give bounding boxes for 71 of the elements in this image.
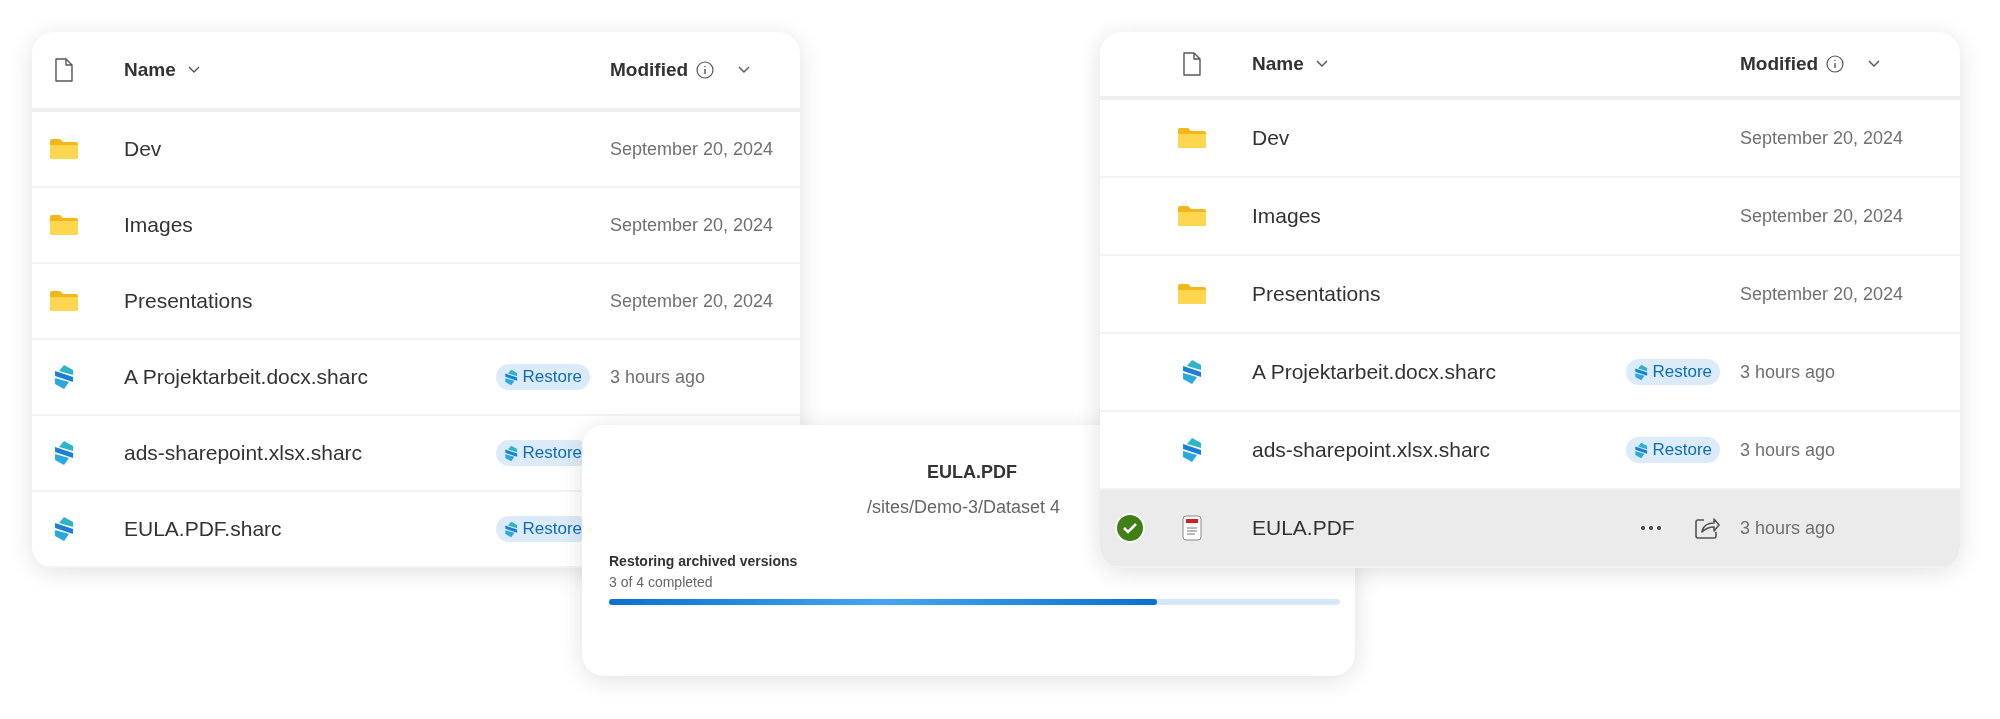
folder-icon [1177, 205, 1207, 227]
modified-date: 3 hours ago [610, 366, 706, 387]
file-name: Dev [1252, 125, 1291, 152]
restore-button[interactable]: Restore [496, 364, 590, 390]
file-row[interactable]: Presentations September 20, 2024 [32, 264, 800, 340]
file-name: Presentations [1252, 281, 1382, 308]
modified-date: 3 hours ago [1740, 439, 1836, 460]
file-name: Dev [124, 136, 163, 163]
folder-icon [49, 290, 79, 312]
file-row[interactable]: A Projektarbeit.docx.sharc Restore 3 hours ago [1100, 334, 1960, 412]
chevron-down-icon[interactable] [1868, 60, 1881, 68]
pdf-file-icon [1182, 515, 1202, 541]
s-logo-icon [504, 444, 519, 462]
modified-date: September 20, 2024 [1740, 127, 1904, 148]
restore-button[interactable]: Restore [1626, 359, 1720, 385]
name-column-header[interactable]: Name [124, 55, 176, 85]
modified-date: September 20, 2024 [610, 290, 774, 311]
sharc-file-icon [52, 364, 76, 390]
file-row[interactable]: Dev September 20, 2024 [32, 112, 800, 188]
file-name: A Projektarbeit.docx.sharc [124, 364, 369, 391]
sharc-file-icon [1180, 437, 1204, 463]
s-logo-icon [504, 368, 519, 386]
info-icon[interactable] [1826, 55, 1845, 73]
sharc-file-icon [52, 440, 76, 466]
folder-icon [1177, 283, 1207, 305]
file-row[interactable]: Dev September 20, 2024 [1100, 100, 1960, 178]
folder-icon [49, 214, 79, 236]
folder-icon [1177, 127, 1207, 149]
s-logo-icon [1634, 441, 1649, 459]
file-path: /sites/Demo-3/Dataset 4 [867, 496, 1061, 519]
modified-date: September 20, 2024 [1740, 205, 1904, 226]
sharc-file-icon [52, 516, 76, 542]
chevron-down-icon[interactable] [1315, 60, 1328, 68]
s-logo-icon [1634, 363, 1649, 381]
file-row[interactable]: Presentations September 20, 2024 [1100, 256, 1960, 334]
file-name: Images [124, 212, 194, 239]
s-logo-icon [504, 520, 519, 538]
more-icon[interactable] [1640, 525, 1662, 531]
modified-date: September 20, 2024 [610, 138, 774, 159]
modified-date: September 20, 2024 [610, 214, 774, 235]
share-icon[interactable] [1694, 516, 1720, 540]
modified-date: September 20, 2024 [1740, 283, 1904, 304]
file-name: EULA.PDF [1252, 515, 1356, 542]
dialog-title: EULA.PDF [927, 461, 1017, 484]
modified-date: 3 hours ago [1740, 361, 1836, 382]
modified-date: 3 hours ago [1740, 517, 1836, 538]
file-name: EULA.PDF.sharc [124, 516, 283, 543]
file-name: Images [1252, 203, 1322, 230]
chevron-down-icon[interactable] [187, 66, 200, 74]
folder-icon [49, 138, 79, 160]
chevron-down-icon[interactable] [738, 66, 751, 74]
file-icon [1182, 52, 1202, 76]
file-row[interactable]: ads-sharepoint.xlsx.sharc Restore 3 hours ago [1100, 412, 1960, 490]
file-row[interactable]: Images September 20, 2024 [1100, 178, 1960, 256]
name-column-header[interactable]: Name [1252, 49, 1304, 79]
info-icon[interactable] [696, 61, 715, 79]
sharc-file-icon [1180, 359, 1204, 385]
file-row[interactable]: Images September 20, 2024 [32, 188, 800, 264]
file-row[interactable]: EULA.PDF 3 hours ago [1100, 490, 1960, 568]
file-name: Presentations [124, 288, 254, 315]
modified-column-header[interactable]: Modified [610, 55, 689, 85]
checkmark-icon[interactable] [1115, 513, 1145, 543]
file-name: A Projektarbeit.docx.sharc [1252, 359, 1497, 386]
file-name: ads-sharepoint.xlsx.sharc [124, 440, 364, 467]
file-name: ads-sharepoint.xlsx.sharc [1252, 437, 1492, 464]
modified-column-header[interactable]: Modified [1740, 49, 1819, 79]
progress-count: 3 of 4 completed [609, 573, 714, 592]
file-icon [54, 58, 74, 82]
restore-button[interactable]: Restore [1626, 437, 1720, 463]
status-text: Restoring archived versions [609, 552, 799, 571]
file-row[interactable]: A Projektarbeit.docx.sharc Restore 3 hours ago [32, 340, 800, 416]
